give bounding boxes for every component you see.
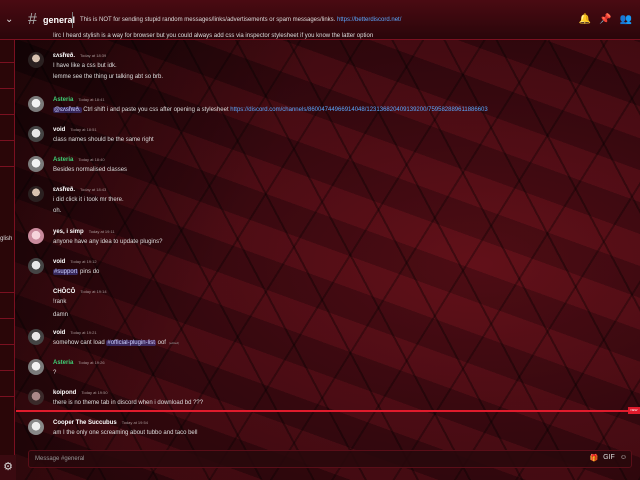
divider [0, 114, 14, 115]
timestamp: Today at 19:11 [88, 229, 115, 234]
avatar[interactable] [28, 329, 44, 345]
timestamp: Today at 18:51 [70, 127, 97, 132]
channel-mention[interactable]: #support [53, 269, 79, 275]
message-text: lemme see the thing ur talking abt so br… [53, 74, 164, 80]
channel-topic: This is NOT for sending stupid random me… [80, 17, 402, 23]
timestamp: Today at 18:39 [80, 53, 107, 58]
divider [0, 292, 14, 293]
username[interactable]: void Today at 18:51 [53, 127, 97, 133]
message-text: ? [53, 370, 57, 376]
divider [0, 344, 14, 345]
username[interactable]: yes, i simp Today at 19:11 [53, 229, 115, 235]
message-list[interactable]: Iirc I heard stylish is a way for browse… [20, 28, 640, 448]
message-text: #support pins do [53, 269, 100, 275]
username[interactable]: void Today at 19:21 [53, 330, 97, 336]
message-text: Iirc I heard stylish is a way for browse… [53, 33, 374, 39]
sidebar-item-label[interactable]: glish [0, 236, 12, 242]
username[interactable]: Cooper The Succubus Today at 19:54 [53, 420, 148, 426]
message-input[interactable]: Message #general [35, 456, 84, 462]
message-text: Besides normalised classes [53, 167, 128, 173]
message-text: there is no theme tab in discord when i … [53, 400, 204, 406]
timestamp: Today at 18:43 [80, 187, 107, 192]
divider [0, 318, 14, 319]
avatar[interactable] [28, 359, 44, 375]
divider [0, 140, 14, 141]
timestamp: Today at 18:40 [78, 157, 105, 162]
timestamp: Today at 19:21 [70, 330, 97, 335]
header-icons: 🔔 📌 👥 [579, 14, 632, 25]
hash-icon: # [28, 11, 37, 28]
avatar[interactable] [28, 389, 44, 405]
message-text: am I the only one screaming about tubbo … [53, 430, 198, 436]
message-text: @ɛʌsħɐð. Ctrl shift i and paste you css … [53, 107, 488, 113]
avatar[interactable] [28, 186, 44, 202]
channel-name: general [43, 15, 76, 25]
divider [0, 370, 14, 371]
message-link[interactable]: https://discord.com/channels/86004744966… [230, 107, 487, 113]
message-text: !rank [53, 299, 67, 305]
message-text: oh. [53, 208, 62, 214]
avatar[interactable] [28, 126, 44, 142]
timestamp: Today at 19:54 [121, 420, 148, 425]
avatar[interactable] [28, 228, 44, 244]
timestamp: Today at 19:26 [78, 360, 105, 365]
edited-label: (edited) [168, 341, 180, 345]
avatar[interactable] [28, 419, 44, 435]
pin-icon[interactable]: 📌 [599, 14, 611, 25]
username[interactable]: ɛʌsħɐð. Today at 18:43 [53, 187, 106, 193]
username[interactable]: Asteria Today at 19:26 [53, 360, 105, 366]
timestamp: Today at 19:14 [80, 289, 107, 294]
channel-mention[interactable]: #official-plugin-list [106, 340, 156, 346]
gear-icon[interactable]: ⚙ [0, 455, 16, 480]
input-icons: 🎁 GIF ☺ [589, 454, 627, 462]
members-icon[interactable]: 👥 [620, 14, 632, 25]
username[interactable]: void Today at 19:12 [53, 259, 97, 265]
chevron-down-icon[interactable]: ⌄ [5, 14, 13, 25]
avatar[interactable] [28, 52, 44, 68]
gift-icon[interactable]: 🎁 [589, 454, 598, 462]
divider [0, 88, 14, 89]
username[interactable]: koipond Today at 19:50 [53, 390, 108, 396]
username[interactable]: Asteria Today at 18:40 [53, 157, 105, 163]
message-text: i did click it i took mr there. [53, 197, 124, 203]
bell-icon[interactable]: 🔔 [579, 14, 591, 25]
divider [0, 396, 14, 397]
username[interactable]: Asteria Today at 18:41 [53, 97, 105, 103]
timestamp: Today at 19:12 [70, 259, 97, 264]
message-text: anyone have any idea to update plugins? [53, 239, 163, 245]
topic-link[interactable]: https://betterdiscord.net/ [337, 17, 401, 23]
new-messages-divider [16, 410, 640, 412]
divider [0, 166, 14, 167]
username[interactable]: CHÔCÔ Today at 19:14 [53, 289, 107, 295]
emoji-icon[interactable]: ☺ [620, 454, 627, 462]
username[interactable]: ɛʌsħɐð. Today at 18:39 [53, 53, 106, 59]
avatar[interactable] [28, 156, 44, 172]
new-messages-badge: NEW [628, 407, 640, 414]
avatar[interactable] [28, 258, 44, 274]
message-text: I have like a css but idk. [53, 63, 117, 69]
message-text: somehow cant load #official-plugin-list … [53, 340, 180, 346]
avatar[interactable] [28, 96, 44, 112]
channel-sidebar-edge: glish [0, 40, 15, 480]
divider [72, 12, 73, 28]
user-mention[interactable]: @ɛʌsħɐð. [53, 107, 82, 113]
message-input-bar[interactable]: Message #general 🎁 GIF ☺ [28, 450, 632, 468]
gif-icon[interactable]: GIF [603, 454, 615, 462]
timestamp: Today at 18:41 [78, 97, 105, 102]
timestamp: Today at 19:50 [81, 390, 108, 395]
message-text: class names should be the same right [53, 137, 154, 143]
message-text: damn [53, 312, 69, 318]
divider [0, 62, 14, 63]
